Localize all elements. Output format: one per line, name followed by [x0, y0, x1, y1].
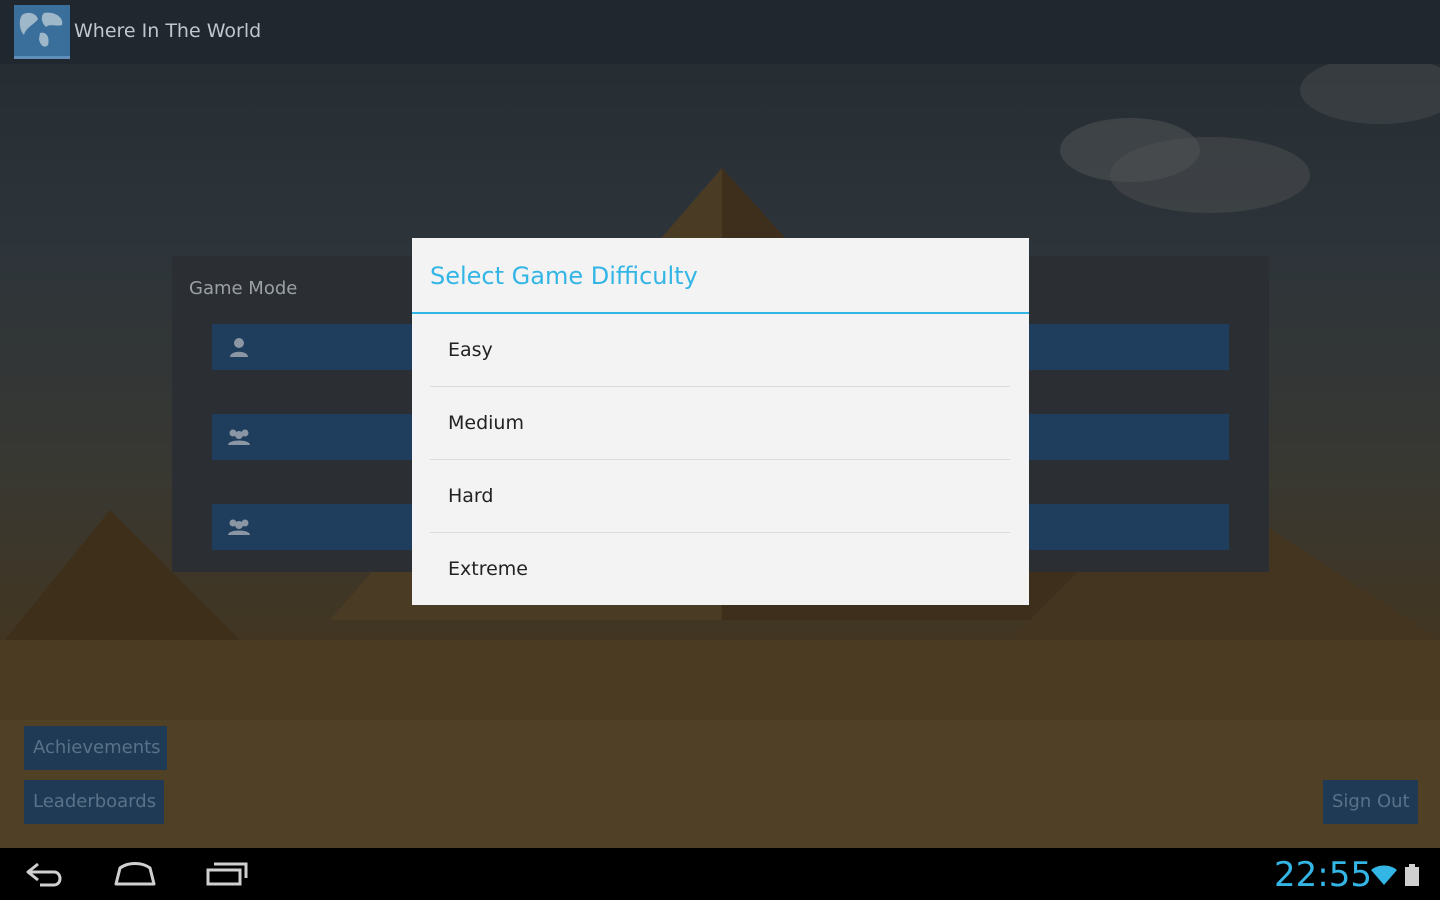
- home-icon[interactable]: [112, 858, 158, 890]
- wifi-icon: [1371, 865, 1397, 885]
- difficulty-option-easy[interactable]: Easy: [430, 314, 1010, 387]
- difficulty-dialog: Select Game Difficulty Easy Medium Hard …: [412, 238, 1029, 605]
- multiplayer-icon: [228, 519, 250, 535]
- app-title: Where In The World: [74, 20, 262, 42]
- single-player-icon: [230, 338, 248, 357]
- sign-out-button[interactable]: Sign Out: [1323, 780, 1418, 824]
- system-nav-bar: 22:55: [0, 848, 1440, 900]
- app-logo-globe-icon: [14, 5, 70, 59]
- achievements-button[interactable]: Achievements: [24, 726, 167, 770]
- dialog-title: Select Game Difficulty: [430, 262, 698, 290]
- status-clock: 22:55: [1274, 855, 1372, 895]
- panel-title: Game Mode: [189, 278, 298, 299]
- difficulty-options: Easy Medium Hard Extreme: [430, 314, 1010, 606]
- action-bar: Where In The World: [0, 0, 1440, 64]
- difficulty-option-hard[interactable]: Hard: [430, 460, 1010, 533]
- recent-apps-icon[interactable]: [204, 858, 250, 890]
- battery-icon: [1405, 864, 1419, 886]
- difficulty-option-medium[interactable]: Medium: [430, 387, 1010, 460]
- difficulty-option-extreme[interactable]: Extreme: [430, 533, 1010, 606]
- back-icon[interactable]: [24, 858, 68, 890]
- leaderboards-button[interactable]: Leaderboards: [24, 780, 164, 824]
- multiplayer-icon: [228, 429, 250, 445]
